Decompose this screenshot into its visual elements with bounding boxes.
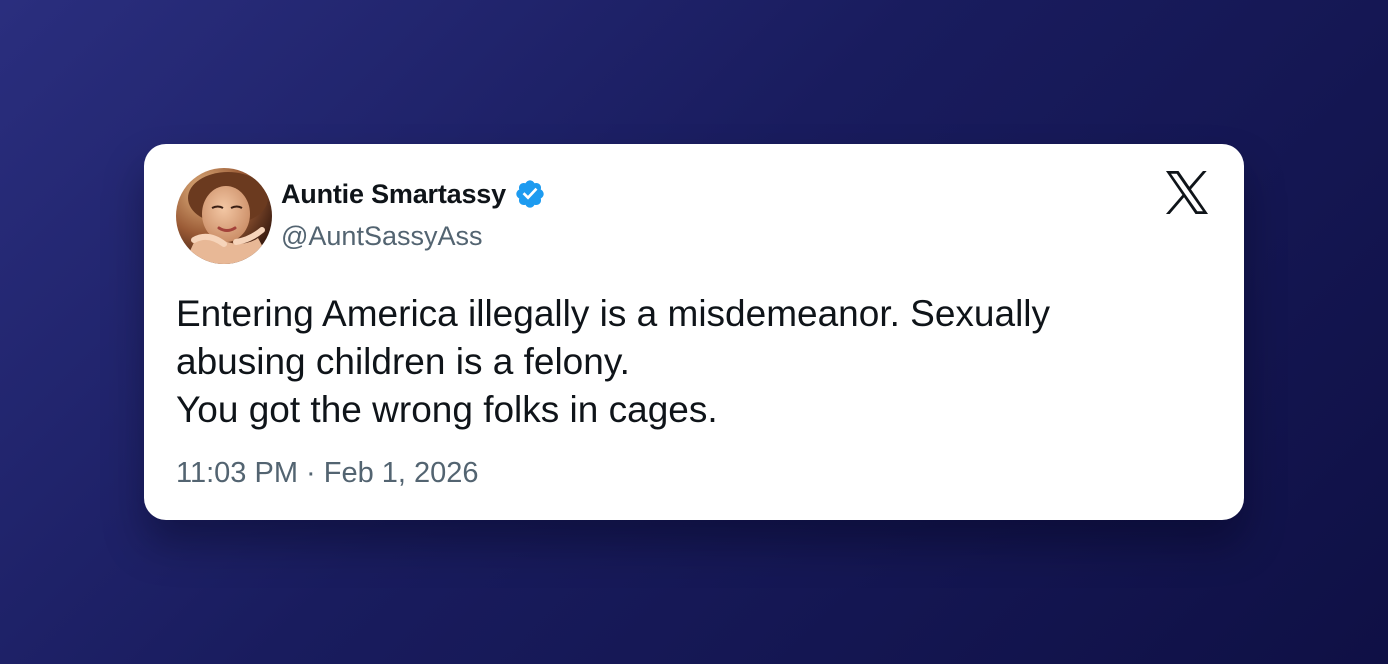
verified-badge-icon[interactable] — [514, 178, 546, 210]
avatar-photo — [176, 168, 272, 264]
tweet-timestamp[interactable]: 11:03 PM · Feb 1, 2026 — [176, 457, 479, 490]
author-handle[interactable]: @AuntSassyAss — [281, 221, 483, 252]
x-logo-icon[interactable] — [1164, 171, 1210, 214]
tweet-text: Entering America illegally is a misdemea… — [176, 293, 1051, 430]
author-display-name[interactable]: Auntie Smartassy — [281, 179, 506, 210]
author-name-row: Auntie Smartassy — [281, 176, 546, 212]
tweet-card: Auntie Smartassy @AuntSassyAss Entering … — [144, 144, 1244, 520]
avatar[interactable] — [176, 168, 272, 264]
